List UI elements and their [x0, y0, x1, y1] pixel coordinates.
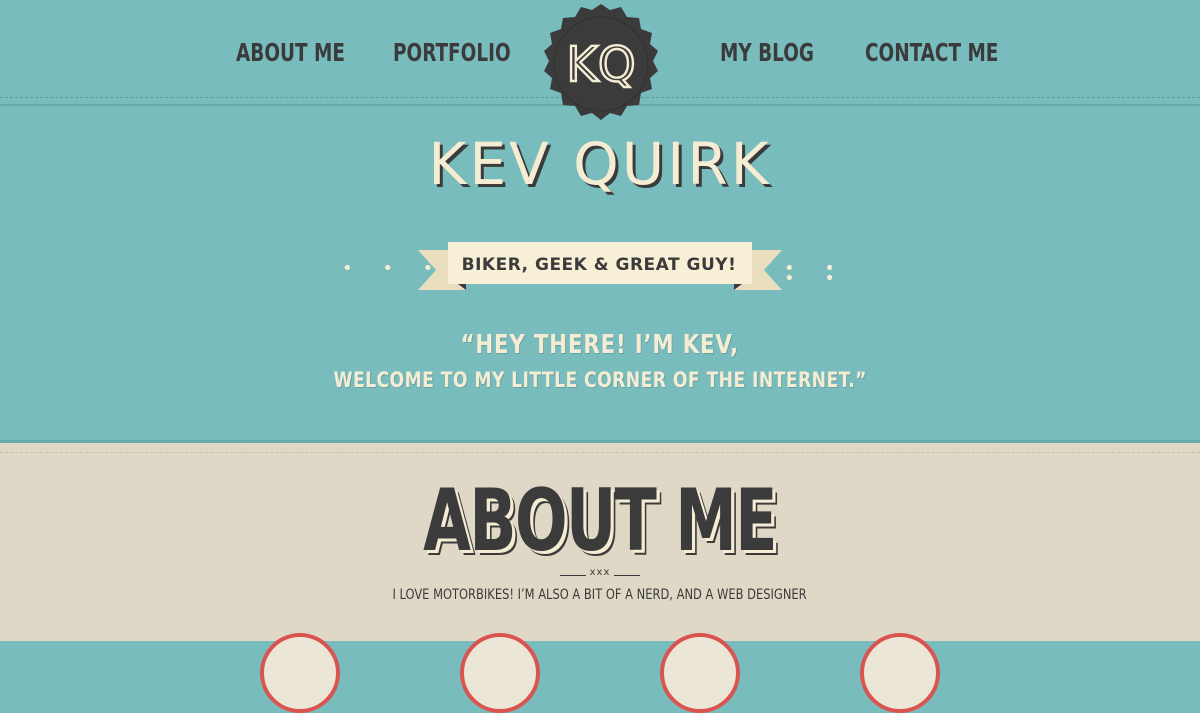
tagline-ribbon: • • • • • • • • BIKER, GEEK & GREAT GUY!: [340, 240, 860, 296]
feature-circle-2[interactable]: [460, 633, 540, 713]
logo-badge[interactable]: KQ: [540, 3, 662, 125]
about-heading-text: ABOUT ME: [423, 471, 778, 571]
welcome-quote-line2: WELCOME TO MY LITTLE CORNER OF THE INTER…: [0, 368, 1200, 392]
welcome-quote-line1-text: “HEY THERE! I’M KEV,: [460, 330, 740, 360]
heading-divider: xxx: [560, 567, 640, 581]
welcome-quote-line1: “HEY THERE! I’M KEV,: [0, 330, 1200, 360]
about-section: ABOUT ME xxx I LOVE MOTORBIKES! I’M ALSO…: [0, 440, 1200, 713]
divider-line-left: [560, 575, 586, 576]
nav-link-about-me[interactable]: ABOUT ME: [236, 36, 345, 70]
tagline-text: BIKER, GEEK & GREAT GUY!: [461, 255, 737, 275]
ribbon-dots-right: • • • •: [784, 258, 847, 289]
about-subtitle-text: I LOVE MOTORBIKES! I’M ALSO A BIT OF A N…: [392, 587, 808, 603]
about-subtitle: I LOVE MOTORBIKES! I’M ALSO A BIT OF A N…: [0, 587, 1200, 603]
feature-circle-3[interactable]: [660, 633, 740, 713]
logo-seal-icon: KQ: [544, 4, 658, 120]
feature-circle-4[interactable]: [860, 633, 940, 713]
welcome-quote-line2-text: WELCOME TO MY LITTLE CORNER OF THE INTER…: [333, 368, 867, 392]
site-title: KEV QUIRK: [428, 130, 772, 198]
divider-line-right: [614, 575, 640, 576]
nav-link-my-blog[interactable]: MY BLOG: [720, 36, 814, 70]
about-heading: ABOUT ME: [0, 473, 1200, 569]
divider-mark: xxx: [589, 567, 611, 578]
hero-section: ABOUT ME PORTFOLIO MY BLOG CONTACT ME KQ…: [0, 0, 1200, 440]
feature-circle-1[interactable]: [260, 633, 340, 713]
nav-link-portfolio[interactable]: PORTFOLIO: [393, 36, 511, 70]
logo-text: KQ: [566, 37, 635, 93]
nav-link-contact-me[interactable]: CONTACT ME: [865, 36, 998, 70]
